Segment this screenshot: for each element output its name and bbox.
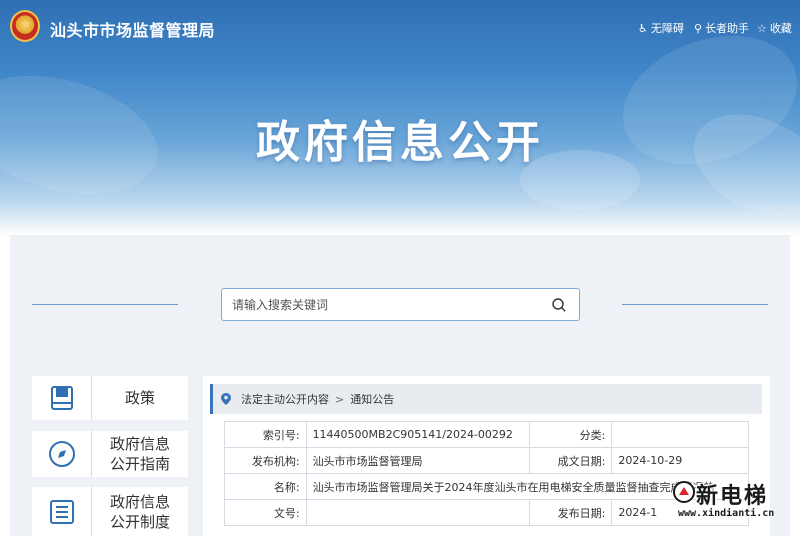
watermark-logo-icon: [673, 481, 695, 503]
watermark-text: 新电梯: [696, 484, 769, 509]
table-row: 发布机构: 汕头市市场监督管理局 成文日期: 2024-10-29: [224, 447, 749, 474]
page-heading: 政府信息公开: [256, 117, 544, 168]
book-icon: [50, 386, 73, 410]
site-title[interactable]: 汕头市市场监督管理局: [50, 17, 215, 41]
watermark: 新电梯 www.xindianti.cn: [672, 478, 800, 522]
watermark-url: www.xindianti.cn: [678, 508, 775, 519]
breadcrumb: 法定主动公开内容 > 通知公告: [210, 384, 762, 414]
sidebar-icon-wrap: [32, 487, 92, 536]
sidebar-icon-wrap: [32, 431, 92, 477]
star-icon: ☆: [757, 21, 767, 35]
publish-date-label: 发布日期:: [529, 499, 613, 526]
accessibility-icon: ♿: [638, 21, 648, 35]
bookmark-label: 收藏: [769, 22, 792, 35]
top-bar: 汕头市市场监督管理局 ♿ 无障碍 ⚲ 长者助手 ☆ 收藏: [0, 0, 800, 56]
sidebar-item-policy[interactable]: 政策: [32, 376, 188, 420]
index-label: 索引号:: [224, 421, 307, 448]
compass-icon: [48, 441, 75, 467]
accessibility-label: 无障碍: [650, 22, 684, 35]
header-banner: 汕头市市场监督管理局 ♿ 无障碍 ⚲ 长者助手 ☆ 收藏 政府信息公开: [0, 0, 800, 235]
name-label: 名称:: [224, 473, 307, 500]
divider-right: [622, 304, 768, 305]
elder-assist-icon: ⚲: [694, 21, 703, 35]
table-row: 索引号: 11440500MB2C905141/2024-00292 分类:: [224, 421, 749, 448]
breadcrumb-item[interactable]: 法定主动公开内容: [241, 391, 329, 407]
doc-no-label: 文号:: [224, 499, 307, 526]
breadcrumb-item[interactable]: 通知公告: [350, 391, 394, 407]
category-label: 分类:: [529, 421, 613, 448]
search-icon[interactable]: [551, 297, 567, 313]
sidebar-item-label: 政府信息 公开指南: [109, 435, 170, 473]
list-document-icon: [49, 499, 74, 524]
search-box: [221, 288, 580, 321]
bookmark-link[interactable]: ☆ 收藏: [757, 20, 792, 36]
divider-left: [32, 304, 178, 305]
breadcrumb-separator: >: [335, 392, 345, 406]
publisher-label: 发布机构:: [224, 447, 307, 474]
sidebar-item-disclosure-guide[interactable]: 政府信息 公开指南: [32, 431, 188, 477]
sidebar-item-label: 政策: [124, 389, 155, 407]
elder-assist-label: 长者助手: [705, 22, 750, 35]
elder-assist-link[interactable]: ⚲ 长者助手: [694, 20, 749, 36]
category-value: [611, 421, 749, 448]
document-meta-table: 索引号: 11440500MB2C905141/2024-00292 分类: 发…: [224, 421, 750, 526]
national-emblem-icon: [10, 10, 40, 42]
written-date-value: 2024-10-29: [611, 447, 749, 474]
search-input[interactable]: [222, 289, 522, 320]
index-value: 11440500MB2C905141/2024-00292: [305, 421, 531, 448]
sidebar-item-label: 政府信息 公开制度: [109, 492, 170, 531]
sidebar-item-disclosure-system[interactable]: 政府信息 公开制度: [32, 487, 188, 536]
accessibility-link[interactable]: ♿ 无障碍: [638, 20, 684, 36]
table-row: 文号: 发布日期: 2024-1: [224, 499, 749, 526]
written-date-label: 成文日期:: [529, 447, 613, 474]
publisher-value: 汕头市市场监督管理局: [305, 447, 531, 474]
sidebar-icon-wrap: [32, 376, 92, 420]
doc-no-value: [305, 499, 531, 526]
location-pin-icon: [221, 393, 231, 405]
table-row: 名称: 汕头市市场监督管理局关于2024年度汕头市在用电梯安全质量监督抽查完成情…: [224, 473, 750, 500]
